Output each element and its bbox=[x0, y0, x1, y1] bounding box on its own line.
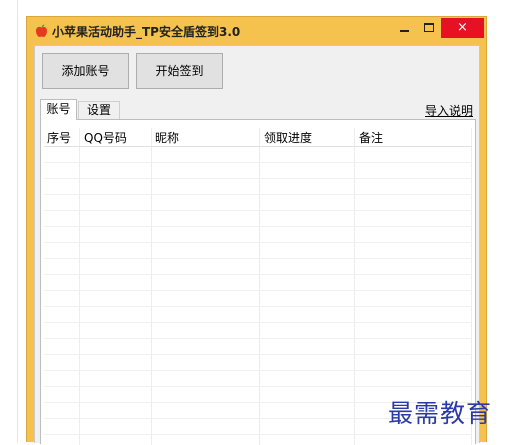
header-nickname[interactable]: 昵称 bbox=[155, 129, 179, 146]
row-line bbox=[44, 386, 472, 387]
window-title: 小苹果活动助手_TP安全盾签到3.0 bbox=[52, 25, 241, 39]
apple-icon bbox=[36, 24, 47, 38]
maximize-button[interactable] bbox=[418, 18, 440, 38]
header-progress[interactable]: 领取进度 bbox=[264, 129, 312, 146]
title-bar[interactable]: 小苹果活动助手_TP安全盾签到3.0 × bbox=[27, 17, 486, 45]
start-sign-in-button[interactable]: 开始签到 bbox=[136, 53, 223, 89]
row-line bbox=[44, 370, 472, 371]
row-line bbox=[44, 338, 472, 339]
watermark-text: 最需教育 bbox=[388, 399, 493, 428]
row-line bbox=[44, 258, 472, 259]
app-window: 小苹果活动助手_TP安全盾签到3.0 × 添加账号 开始签到 账号 设置 导入说… bbox=[26, 16, 487, 445]
row-line bbox=[44, 354, 472, 355]
header-index[interactable]: 序号 bbox=[47, 129, 71, 146]
page-edge-line bbox=[17, 0, 18, 442]
client-area: 添加账号 开始签到 账号 设置 导入说明 序号 QQ号码 昵称 领取进度 备注 bbox=[34, 45, 480, 445]
row-line bbox=[44, 434, 472, 435]
row-line bbox=[44, 226, 472, 227]
row-line bbox=[44, 274, 472, 275]
row-line bbox=[44, 178, 472, 179]
header-qq-number[interactable]: QQ号码 bbox=[84, 129, 127, 146]
minimize-button[interactable] bbox=[394, 18, 416, 38]
import-help-link[interactable]: 导入说明 bbox=[425, 102, 473, 119]
row-line bbox=[44, 242, 472, 243]
row-line bbox=[44, 306, 472, 307]
tab-accounts[interactable]: 账号 bbox=[40, 99, 77, 120]
row-line bbox=[44, 290, 472, 291]
close-button[interactable]: × bbox=[441, 18, 484, 38]
header-note[interactable]: 备注 bbox=[359, 129, 383, 146]
row-line bbox=[44, 162, 472, 163]
row-line bbox=[44, 194, 472, 195]
column-divider bbox=[260, 128, 355, 445]
row-line bbox=[44, 322, 472, 323]
column-divider bbox=[44, 128, 80, 445]
column-divider bbox=[80, 128, 152, 445]
list-header: 序号 QQ号码 昵称 领取进度 备注 bbox=[44, 128, 472, 147]
tab-settings[interactable]: 设置 bbox=[78, 101, 120, 119]
row-line bbox=[44, 210, 472, 211]
column-divider bbox=[152, 128, 260, 445]
add-account-button[interactable]: 添加账号 bbox=[42, 53, 129, 89]
